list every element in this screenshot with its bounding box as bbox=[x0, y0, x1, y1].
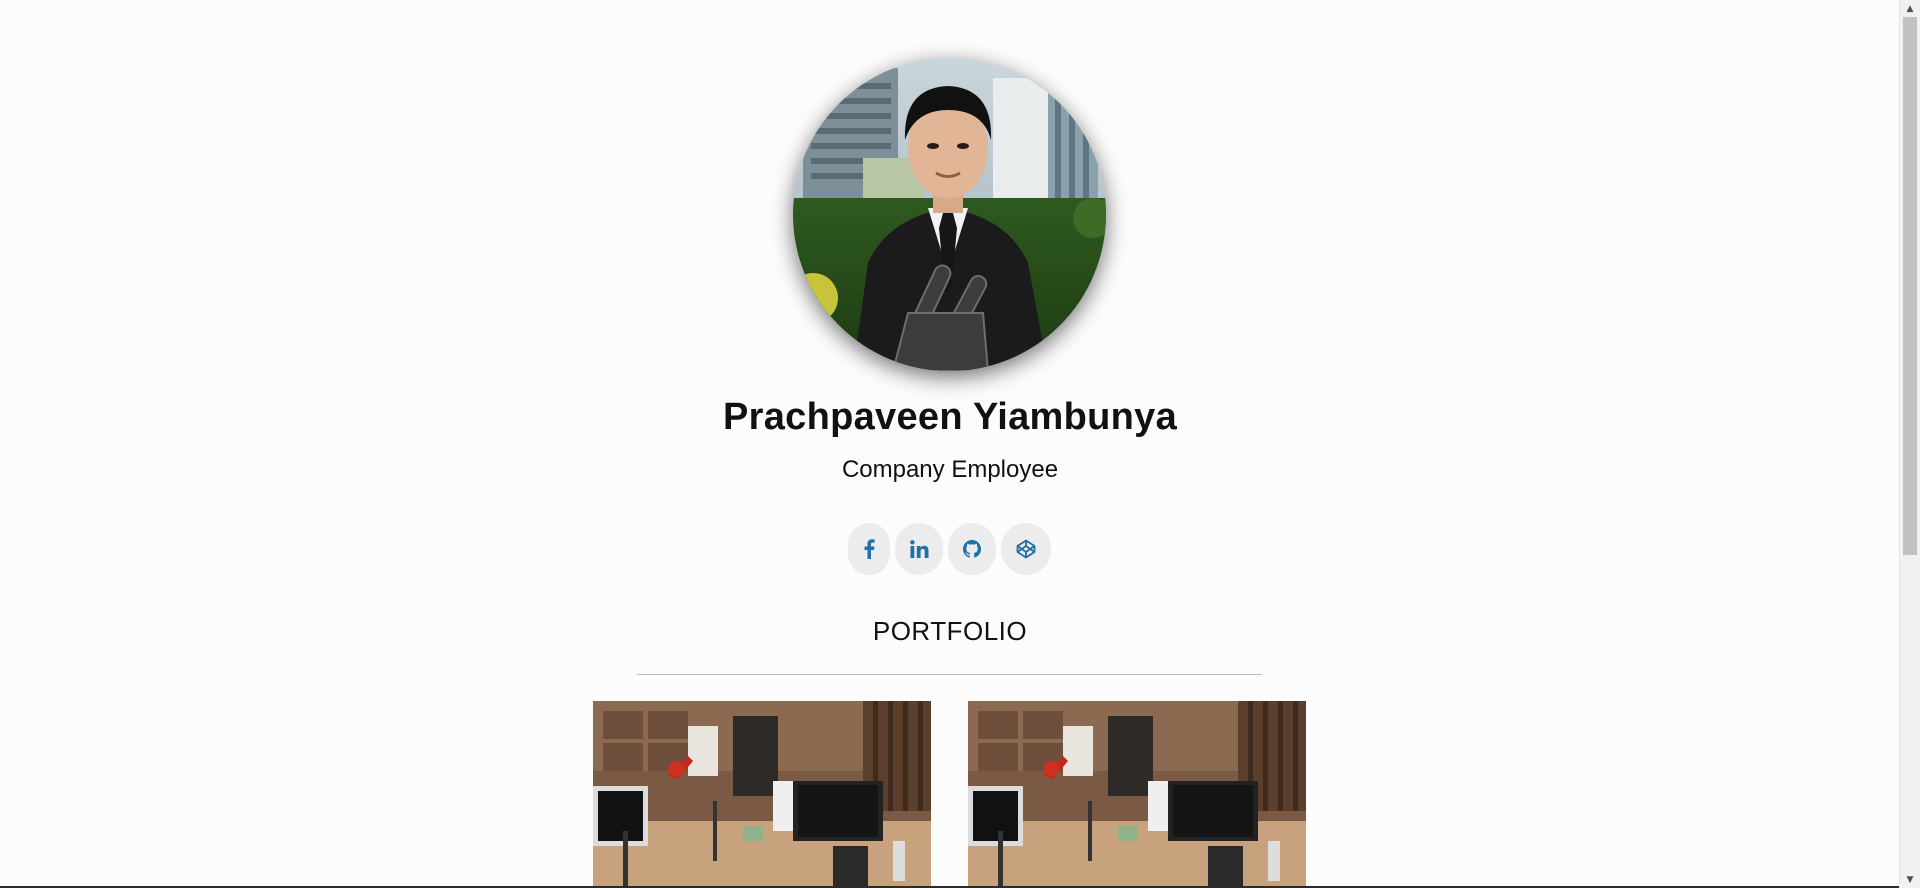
scroll-down-arrow[interactable]: ▼ bbox=[1900, 871, 1920, 888]
page: Prachpaveen Yiambunya Company Employee P… bbox=[0, 0, 1920, 888]
main-content: Prachpaveen Yiambunya Company Employee P… bbox=[0, 0, 1900, 888]
codepen-icon bbox=[1016, 539, 1036, 559]
linkedin-icon bbox=[909, 540, 928, 558]
portfolio-item-1[interactable] bbox=[593, 701, 931, 888]
codepen-button[interactable] bbox=[1001, 523, 1051, 575]
github-icon bbox=[963, 540, 981, 558]
profile-avatar bbox=[793, 58, 1106, 371]
social-links bbox=[848, 523, 1051, 575]
office-workspace-image bbox=[968, 701, 1306, 888]
vertical-scrollbar[interactable]: ▲ ▼ bbox=[1899, 0, 1920, 888]
section-divider bbox=[637, 674, 1262, 675]
linkedin-button[interactable] bbox=[895, 523, 943, 575]
github-button[interactable] bbox=[948, 523, 996, 575]
office-workspace-image bbox=[593, 701, 931, 888]
facebook-icon bbox=[864, 539, 875, 559]
scroll-thumb[interactable] bbox=[1903, 17, 1917, 555]
portfolio-heading: PORTFOLIO bbox=[872, 616, 1028, 646]
profile-role: Company Employee bbox=[841, 456, 1059, 483]
scroll-up-arrow[interactable]: ▲ bbox=[1900, 0, 1920, 17]
profile-name: Prachpaveen Yiambunya bbox=[722, 396, 1178, 438]
portfolio-item-2[interactable] bbox=[968, 701, 1306, 888]
facebook-button[interactable] bbox=[848, 523, 890, 575]
